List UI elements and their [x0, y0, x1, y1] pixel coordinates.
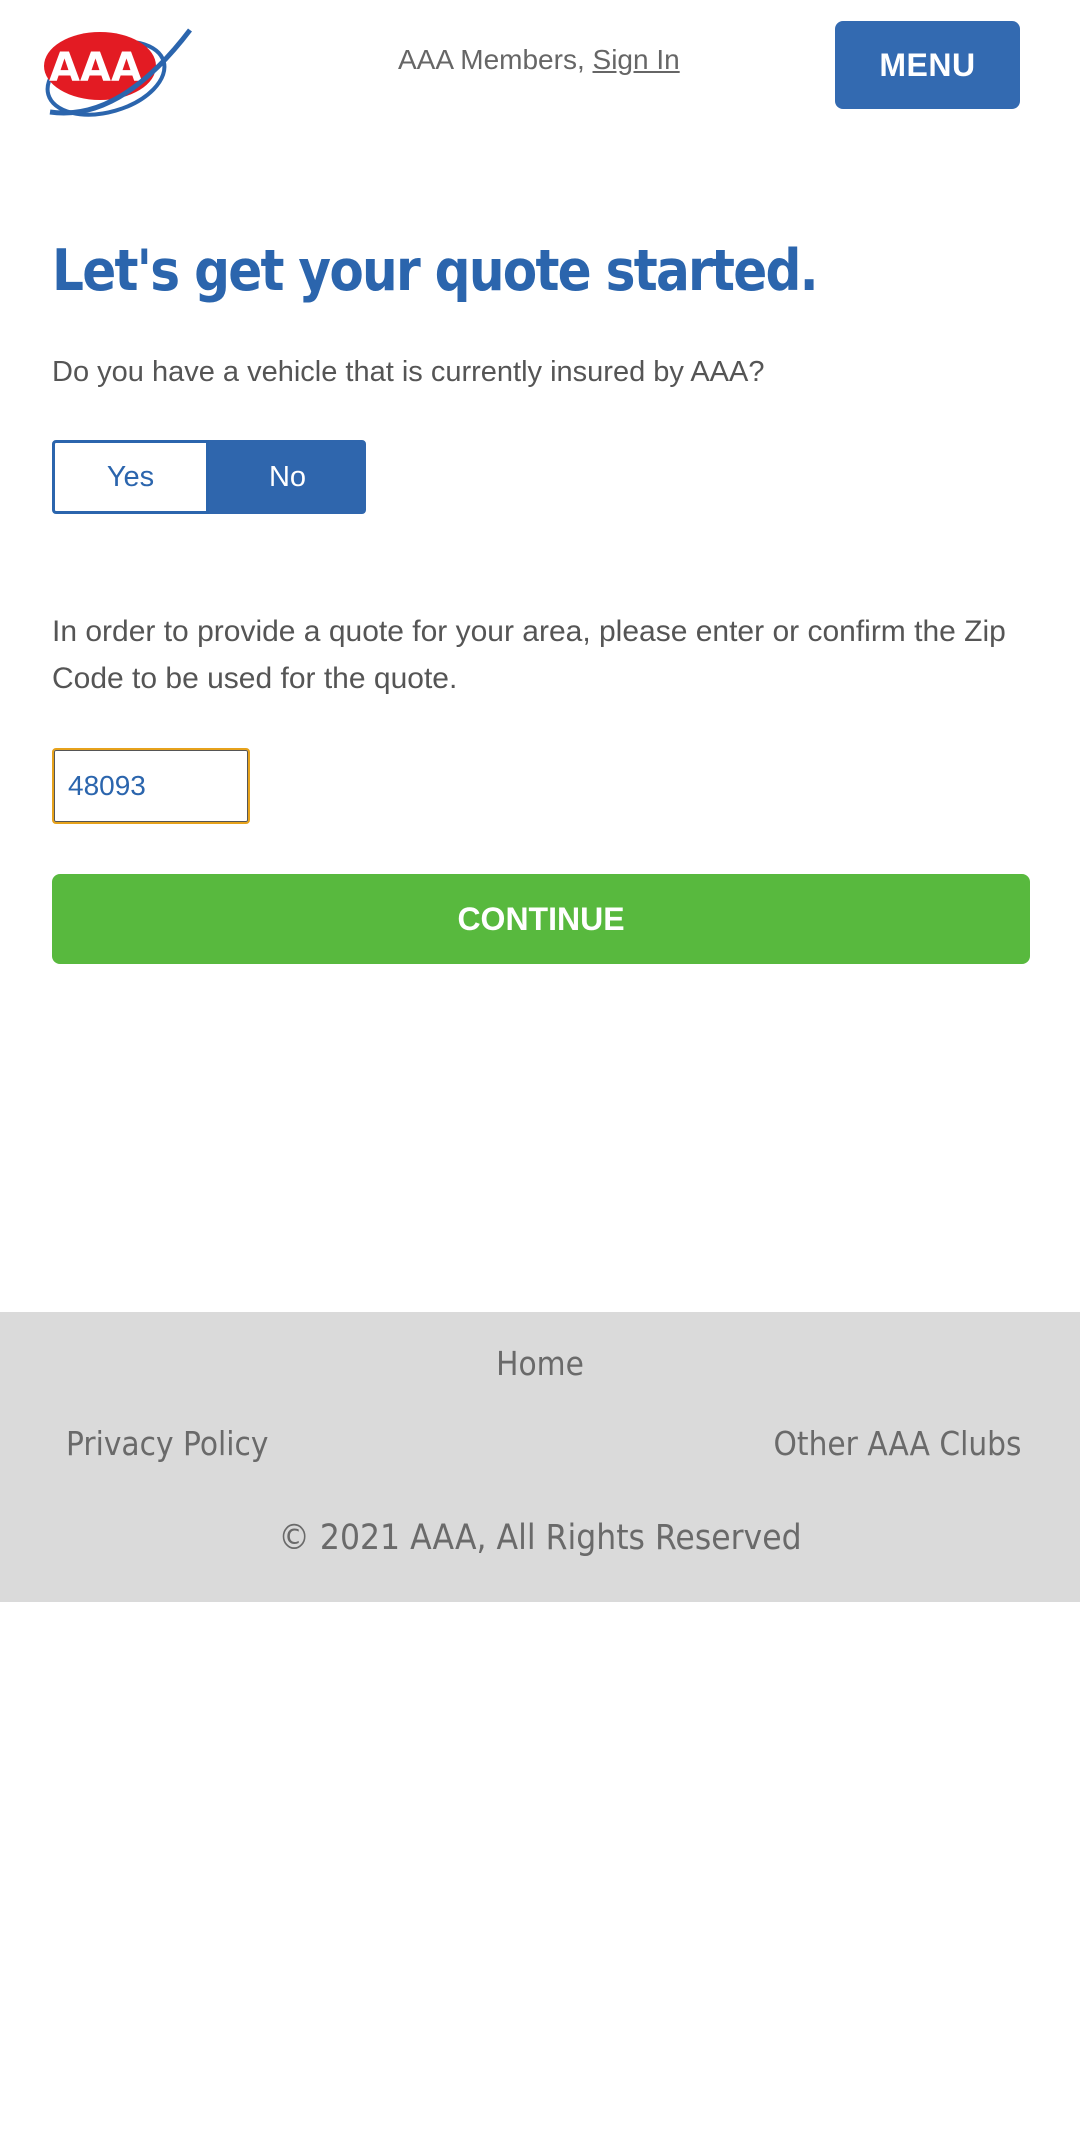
aaa-logo[interactable]: A A A [40, 26, 196, 122]
svg-text:A: A [49, 45, 80, 91]
sign-in-link[interactable]: Sign In [593, 44, 680, 75]
footer-other-clubs-link[interactable]: Other AAA Clubs [774, 1424, 1022, 1463]
page-title: Let's get your quote started. [52, 238, 819, 304]
site-header: A A A AAA Members, Sign In MENU [0, 0, 1080, 140]
aaa-logo-icon: A A A [44, 28, 192, 117]
insured-question: Do you have a vehicle that is currently … [52, 356, 765, 388]
continue-button[interactable]: CONTINUE [52, 874, 1030, 964]
member-sign-in: AAA Members, Sign In [398, 44, 680, 76]
footer-home-link[interactable]: Home [54, 1344, 1026, 1383]
footer-privacy-link[interactable]: Privacy Policy [66, 1424, 268, 1463]
footer-copyright: © 2021 AAA, All Rights Reserved [278, 1518, 802, 1558]
menu-button[interactable]: MENU [835, 21, 1020, 109]
insured-toggle: Yes No [52, 440, 366, 514]
yes-button[interactable]: Yes [52, 440, 209, 514]
zip-code-input[interactable] [52, 748, 250, 824]
no-button[interactable]: No [209, 440, 366, 514]
svg-text:A: A [80, 45, 111, 91]
zip-prompt: In order to provide a quote for your are… [52, 615, 1006, 695]
site-footer: Home Privacy Policy Other AAA Clubs © 20… [0, 1312, 1080, 1602]
members-text: AAA Members, [398, 44, 585, 75]
